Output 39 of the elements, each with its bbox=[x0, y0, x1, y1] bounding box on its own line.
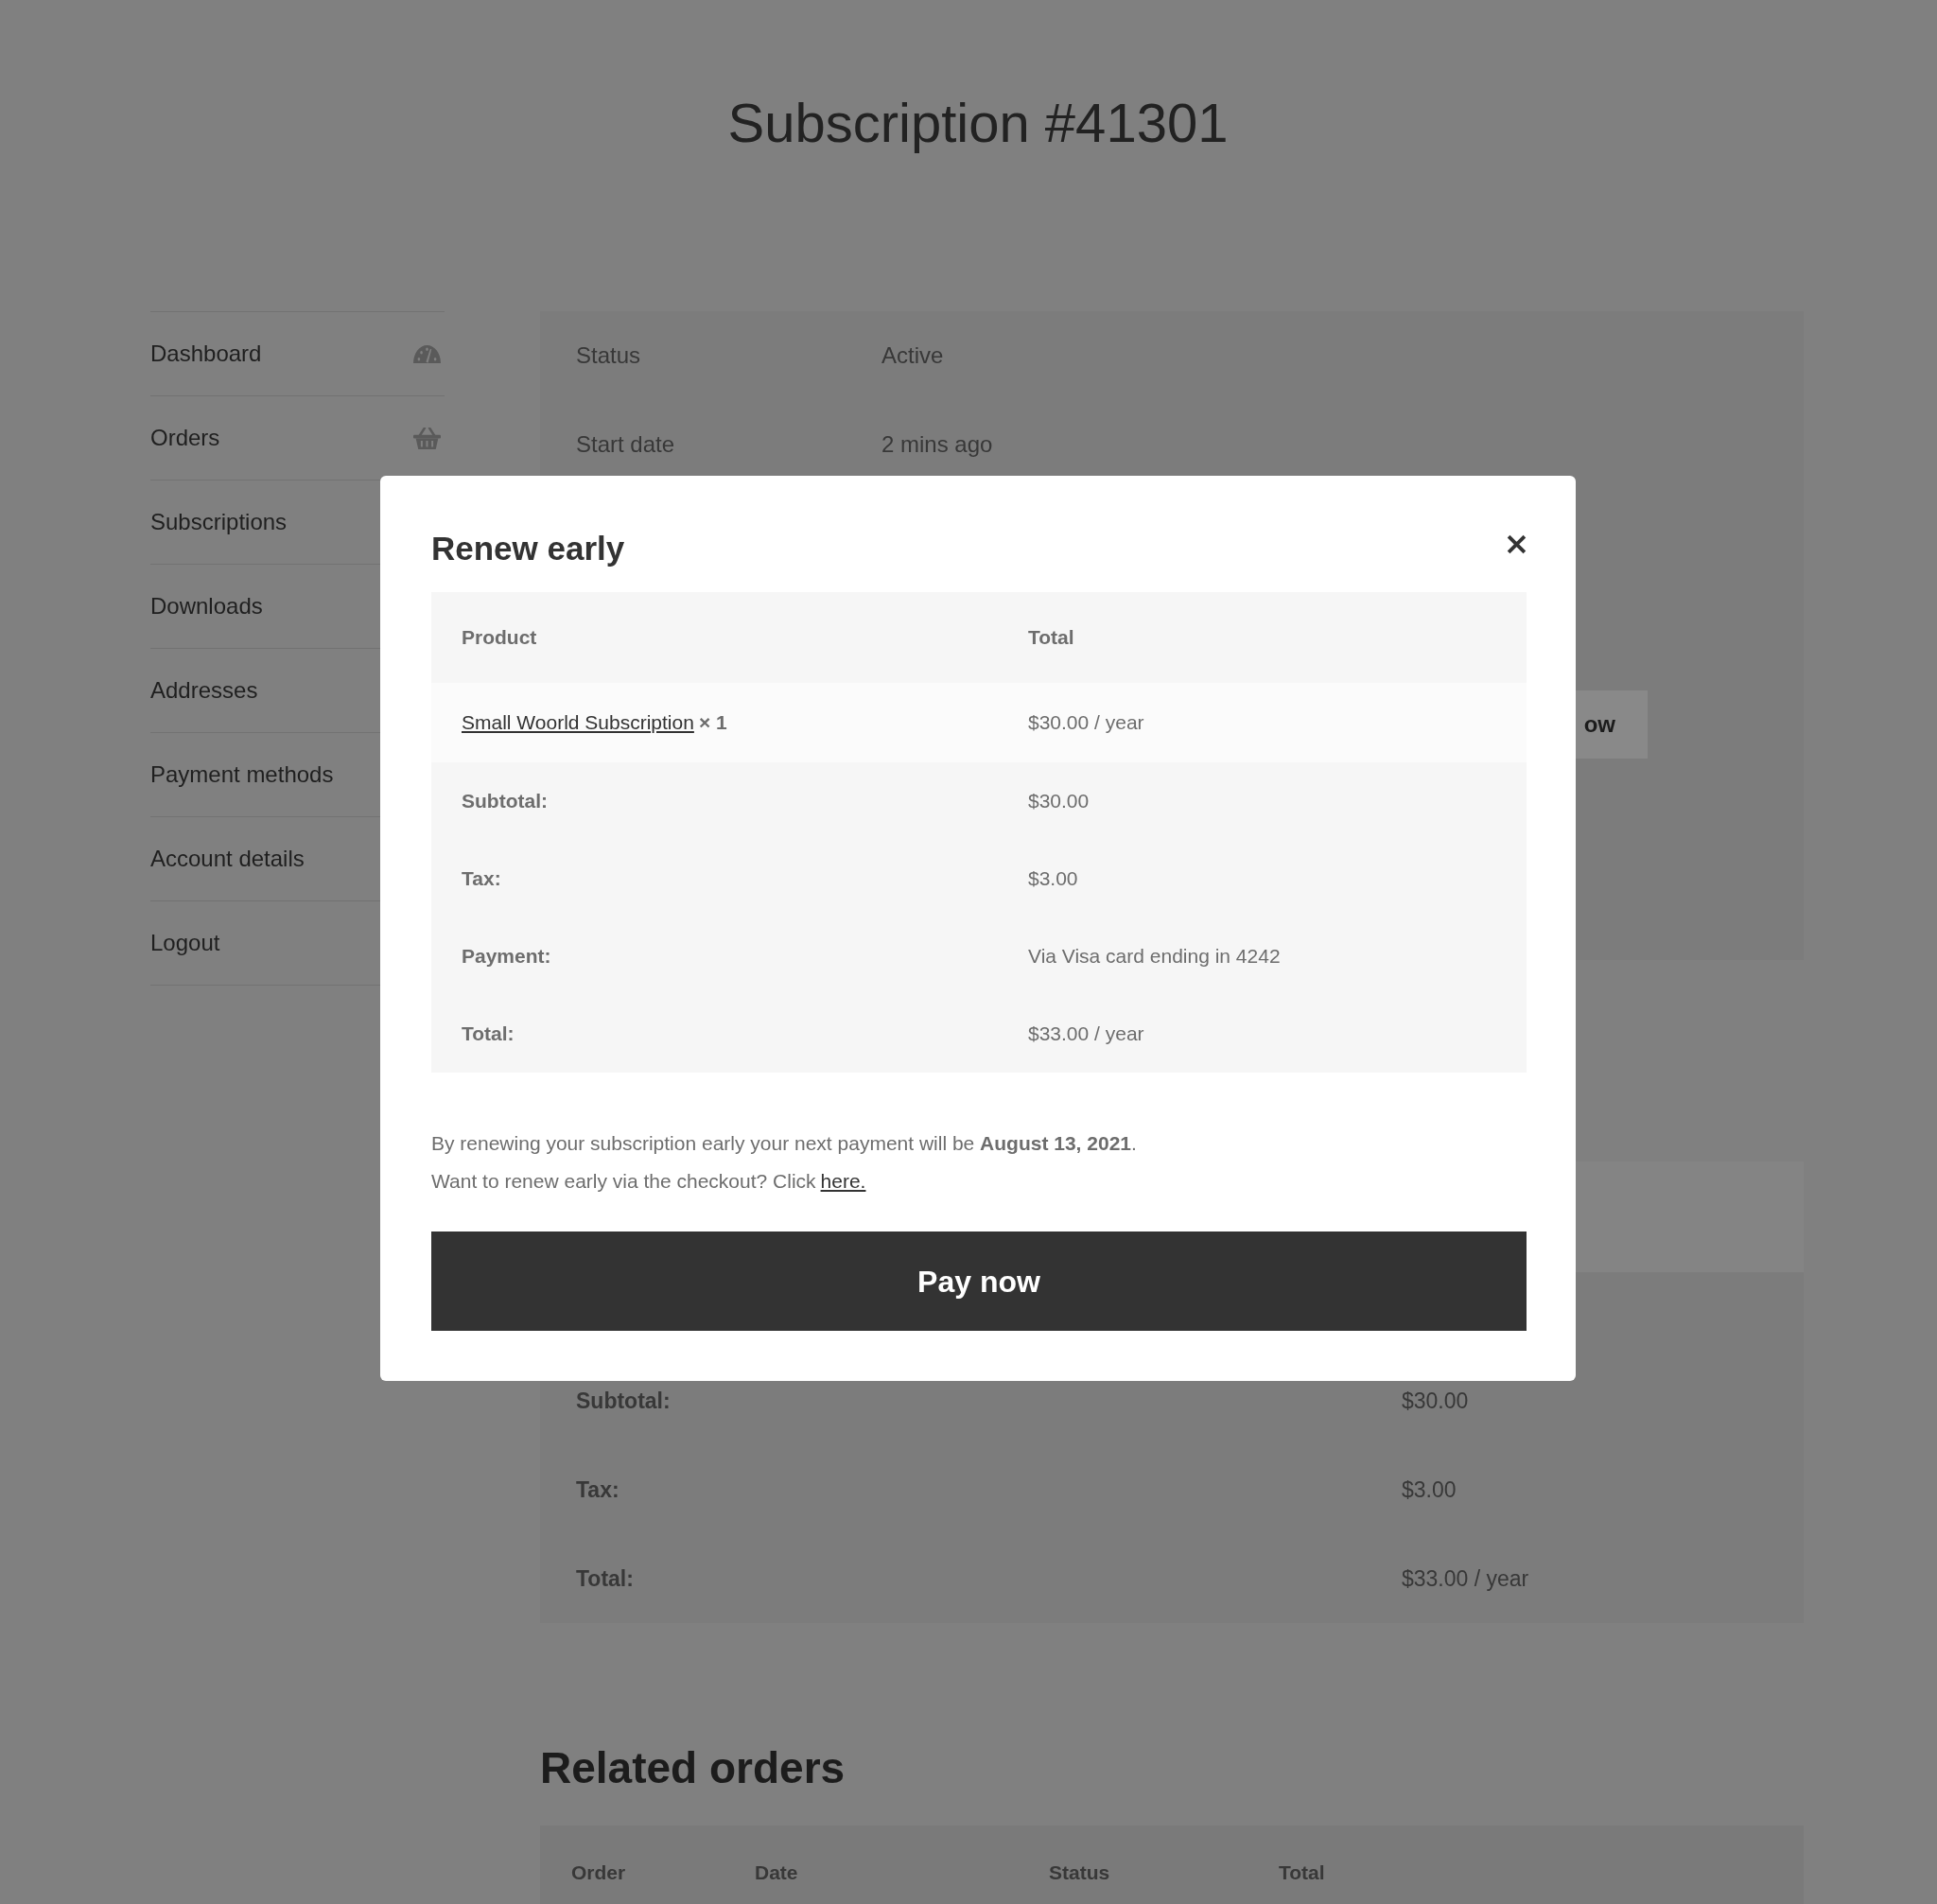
action-button[interactable]: ow bbox=[1576, 690, 1648, 759]
detail-value: 2 mins ago bbox=[881, 430, 993, 459]
detail-label: Start date bbox=[576, 430, 676, 459]
summary-label: Total: bbox=[462, 1022, 515, 1045]
sidebar-item[interactable]: Dashboard bbox=[150, 312, 445, 396]
summary-value: $33.00 / year bbox=[1028, 1022, 1144, 1045]
column-header: Order bbox=[571, 1861, 626, 1883]
total-label: Total: bbox=[576, 1564, 635, 1593]
column-header: Status bbox=[1049, 1861, 1110, 1883]
summary-label: Payment: bbox=[462, 945, 551, 968]
price-text: $30.00 / year bbox=[1028, 711, 1144, 734]
summary-value: $30.00 bbox=[1028, 790, 1090, 812]
note-text: Want to renew early via the checkout? Click here. bbox=[431, 1169, 866, 1194]
summary-value: $3.00 bbox=[1028, 867, 1078, 890]
total-value: $30.00 bbox=[1402, 1387, 1469, 1415]
detail-value: Active bbox=[881, 341, 944, 370]
total-value: $3.00 bbox=[1402, 1476, 1457, 1504]
summary-value: Via Visa card ending in 4242 bbox=[1028, 945, 1281, 968]
note-text: By renewing your subscription early your next payment will be August 13, 2021. bbox=[431, 1131, 1137, 1156]
page-title: Subscription #41301 bbox=[726, 91, 1230, 155]
gauge-icon bbox=[413, 344, 441, 363]
total-value: $33.00 / year bbox=[1402, 1564, 1529, 1593]
checkout-link[interactable]: here. bbox=[820, 1170, 866, 1192]
summary-label: Tax: bbox=[462, 867, 501, 890]
close-icon bbox=[1507, 534, 1527, 554]
total-label: Tax: bbox=[576, 1476, 620, 1504]
column-header: Total bbox=[1279, 1861, 1325, 1883]
pay-now-button[interactable]: Pay now bbox=[431, 1231, 1527, 1331]
quantity-text: × 1 bbox=[698, 710, 727, 736]
section-heading: Related orders bbox=[540, 1742, 846, 1794]
basket-icon bbox=[413, 427, 441, 449]
column-header: Product bbox=[462, 626, 537, 649]
summary-label: Subtotal: bbox=[462, 790, 548, 812]
column-header: Date bbox=[755, 1861, 798, 1883]
close-button[interactable] bbox=[1507, 534, 1527, 554]
product-link[interactable]: Small Woorld Subscription bbox=[462, 707, 694, 738]
detail-label: Status bbox=[576, 341, 642, 370]
column-header: Total bbox=[1028, 626, 1074, 649]
total-label: Subtotal: bbox=[576, 1387, 672, 1415]
